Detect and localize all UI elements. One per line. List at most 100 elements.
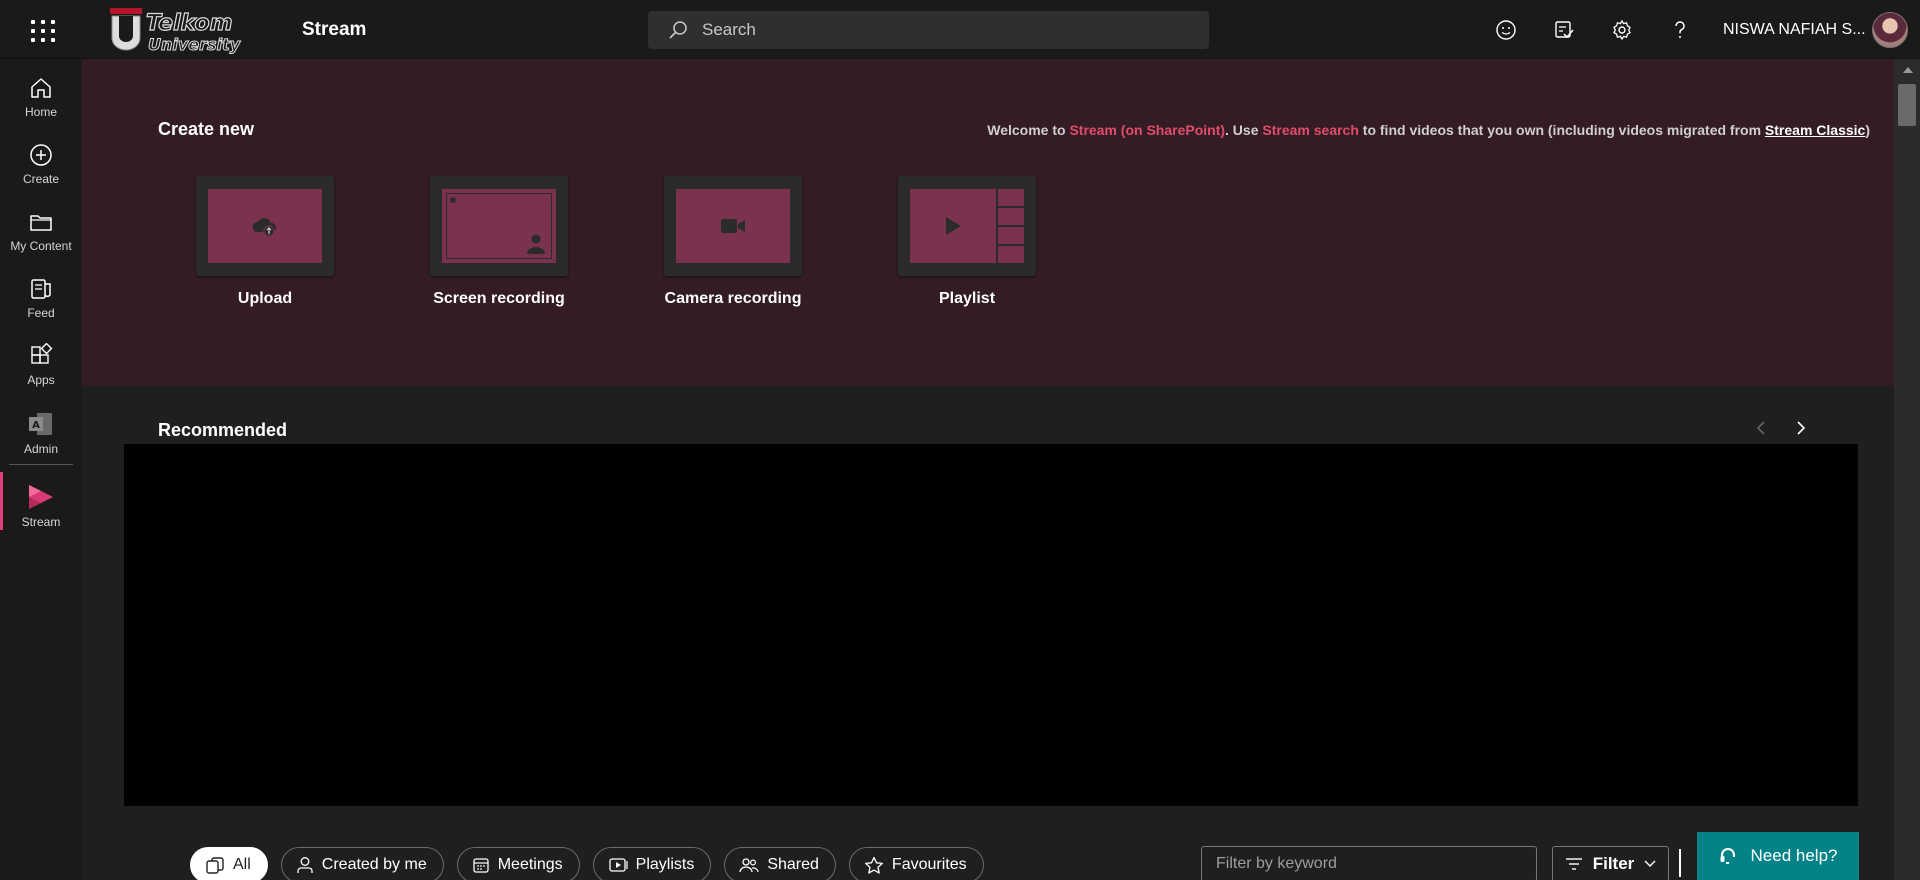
screen-recording-tile-box[interactable] — [430, 176, 568, 276]
camera-recording-tile-box[interactable] — [664, 176, 802, 276]
user-name[interactable]: NISWA NAFIAH S... — [1723, 21, 1866, 39]
all-icon — [206, 857, 224, 874]
need-help-label: Need help? — [1750, 846, 1838, 865]
screen-recording-tile[interactable]: Screen recording — [429, 176, 569, 316]
create-new-title: Create new — [158, 119, 255, 139]
screen-recording-icon — [442, 189, 556, 263]
headset-icon — [1720, 848, 1735, 864]
tasks-icon[interactable] — [1548, 14, 1580, 46]
playlist-play-icon — [910, 189, 1024, 263]
playlist-label: Playlist — [938, 290, 996, 307]
upload-tile-box[interactable] — [196, 176, 334, 276]
admin-icon: A — [29, 413, 52, 435]
playlist-tile[interactable]: Playlist — [897, 176, 1037, 316]
app-title[interactable]: Stream — [302, 19, 366, 41]
app-launcher-icon[interactable] — [22, 16, 58, 44]
nav-label-apps: Apps — [27, 373, 55, 387]
pill-all-label: All — [233, 856, 251, 873]
filter-keyword-input[interactable] — [1216, 855, 1516, 873]
pill-favourites-label: Favourites — [891, 856, 967, 873]
upload-label: Upload — [237, 290, 293, 307]
need-help-button[interactable]: Need help? — [1697, 832, 1859, 880]
nav-item-feed[interactable]: Feed — [0, 266, 82, 326]
search-box[interactable] — [648, 11, 1209, 49]
filter-button-label: Filter — [1592, 854, 1635, 873]
pill-shared-label: Shared — [767, 856, 819, 873]
plus-circle-icon — [30, 144, 52, 166]
welcome-text-3: to find videos that you own (including v… — [1358, 122, 1765, 138]
nav-item-admin[interactable]: A Admin — [0, 400, 82, 460]
recommended-title: Recommended — [158, 420, 288, 440]
pill-created-by-me-label: Created by me — [321, 856, 427, 873]
home-icon — [31, 78, 51, 98]
welcome-text-4: ) — [1865, 122, 1870, 138]
page-scrollbar[interactable] — [1894, 59, 1920, 880]
chevron-left-icon[interactable] — [1750, 417, 1772, 439]
search-icon — [669, 21, 687, 39]
settings-gear-icon[interactable] — [1606, 14, 1638, 46]
video-camera-icon — [721, 219, 745, 233]
nav-item-create[interactable]: Create — [0, 132, 82, 192]
feedback-smiley-icon[interactable] — [1490, 14, 1522, 46]
nav-item-my-content[interactable]: My Content — [0, 199, 82, 259]
toolbar-divider — [1679, 849, 1681, 877]
nav-label-admin: Admin — [23, 442, 58, 456]
welcome-message: Welcome to Stream (on SharePoint). Use S… — [987, 122, 1870, 138]
stream-sharepoint-link[interactable]: Stream (on SharePoint) — [1069, 122, 1225, 138]
avatar[interactable] — [1872, 12, 1908, 48]
chevron-down-icon — [1644, 860, 1656, 867]
scroll-thumb[interactable] — [1898, 84, 1916, 126]
filter-button[interactable]: Filter — [1552, 846, 1669, 880]
search-input[interactable] — [702, 20, 1182, 40]
top-bar: Telkom University Stream NISWA NAFIAH S.… — [0, 0, 1920, 59]
nav-label-feed: Feed — [27, 306, 55, 320]
folder-icon — [30, 215, 52, 231]
stream-classic-link[interactable]: Stream Classic — [1765, 122, 1865, 138]
stream-logo-icon — [29, 485, 53, 509]
person-icon — [297, 857, 313, 873]
pill-playlists[interactable]: Playlists — [592, 847, 712, 880]
scroll-up-arrow-icon[interactable] — [1903, 67, 1913, 73]
nav-divider — [9, 464, 73, 465]
people-icon — [739, 858, 759, 873]
welcome-text-2: . Use — [1225, 122, 1263, 138]
screen-recording-label: Screen recording — [433, 290, 565, 307]
pill-meetings-label: Meetings — [497, 856, 563, 873]
telkom-university-logo[interactable]: Telkom University — [108, 6, 246, 56]
pill-created-by-me[interactable]: Created by me — [280, 847, 444, 880]
nav-label-my-content: My Content — [10, 239, 72, 253]
left-nav: Home Create My Content Feed Apps A Admin… — [0, 59, 82, 880]
logo-text-bottom: University — [148, 35, 241, 54]
recommended-video-player[interactable] — [124, 444, 1858, 806]
chevron-right-icon[interactable] — [1790, 417, 1812, 439]
filter-pills: All Created by me Meetings Playlists Sha… — [190, 847, 984, 880]
stream-search-link[interactable]: Stream search — [1262, 122, 1359, 138]
nav-label-home: Home — [24, 105, 57, 119]
feed-icon — [31, 279, 51, 299]
playlist-icon — [608, 858, 628, 872]
main-content: Create new Welcome to Stream (on SharePo… — [82, 59, 1894, 880]
calendar-icon — [473, 858, 489, 873]
svg-text:A: A — [32, 420, 40, 431]
pill-favourites[interactable]: Favourites — [848, 847, 984, 880]
nav-item-home[interactable]: Home — [0, 65, 82, 125]
nav-item-stream[interactable]: Stream — [0, 473, 82, 533]
nav-label-stream: Stream — [21, 515, 61, 529]
pill-all[interactable]: All — [190, 847, 268, 880]
pill-playlists-label: Playlists — [635, 856, 695, 873]
recommended-carousel-controls — [1750, 417, 1850, 441]
playlist-tile-box[interactable] — [898, 176, 1036, 276]
nav-item-apps[interactable]: Apps — [0, 333, 82, 393]
star-icon — [864, 856, 883, 874]
filter-keyword-box[interactable] — [1201, 846, 1537, 880]
filter-lines-icon — [1565, 858, 1582, 870]
pill-meetings[interactable]: Meetings — [456, 847, 580, 880]
help-question-icon[interactable] — [1664, 14, 1696, 46]
camera-recording-tile[interactable]: Camera recording — [663, 176, 803, 316]
upload-tile[interactable]: Upload — [195, 176, 335, 316]
camera-recording-label: Camera recording — [664, 290, 802, 307]
pill-shared[interactable]: Shared — [724, 847, 836, 880]
nav-label-create: Create — [22, 172, 60, 186]
create-new-section: Create new Welcome to Stream (on SharePo… — [82, 59, 1894, 386]
logo-text-top: Telkom — [146, 11, 233, 36]
